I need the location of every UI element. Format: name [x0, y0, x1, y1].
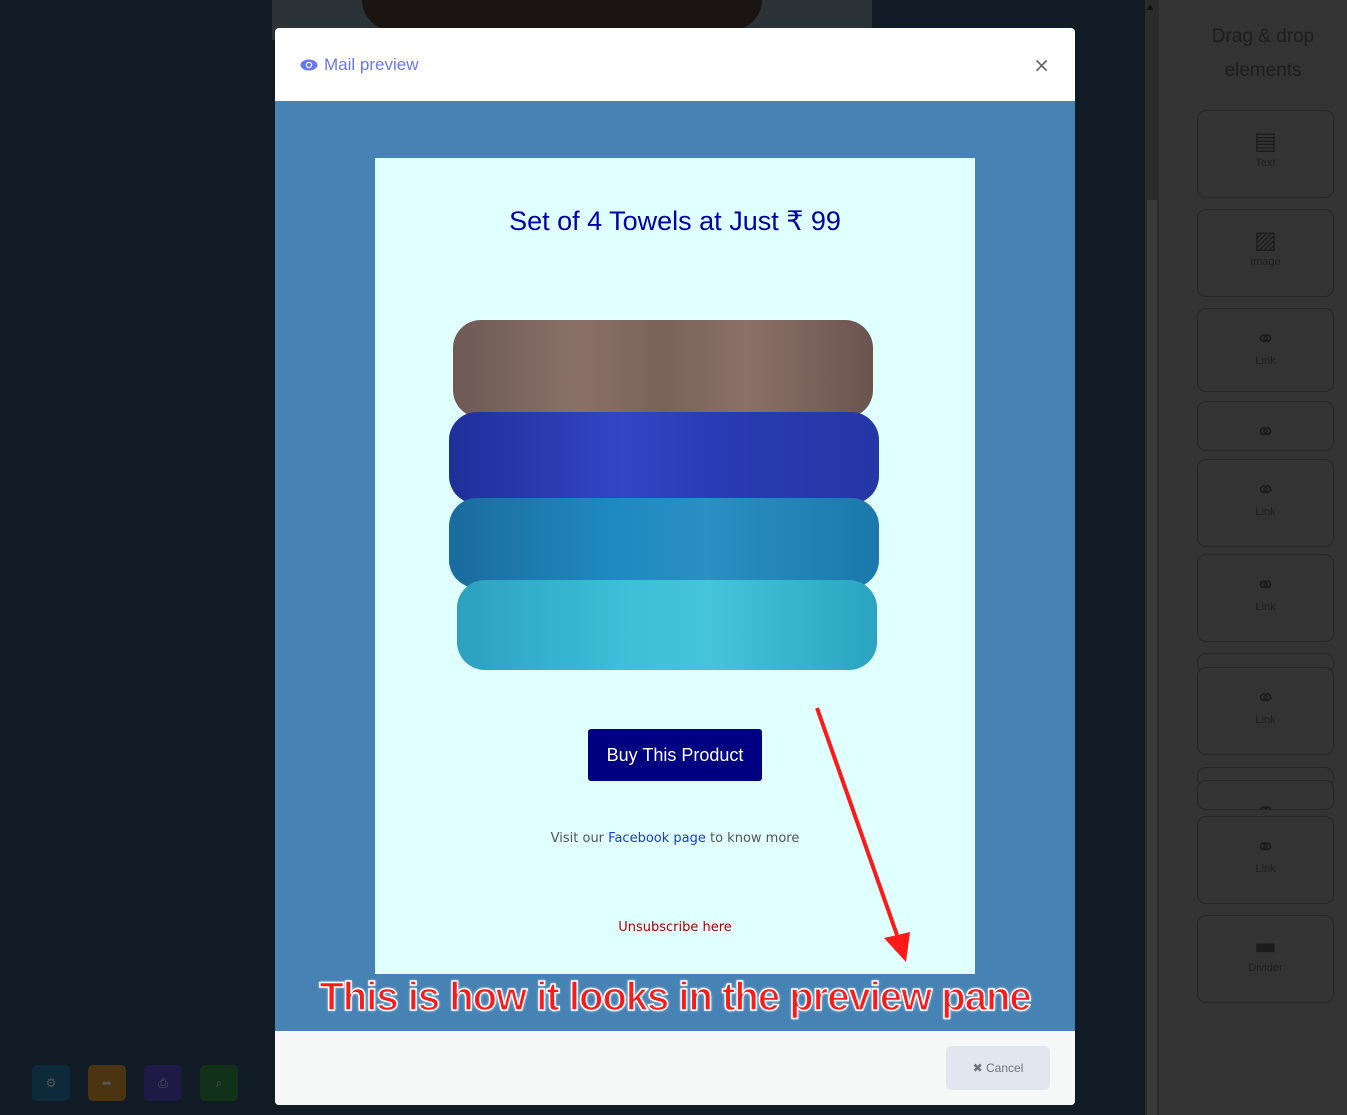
modal-title: Mail preview [300, 55, 418, 75]
cancel-button[interactable]: ✖ Cancel [946, 1046, 1050, 1090]
modal-header: Mail preview × [275, 28, 1075, 101]
element-link[interactable]: ⚭ Link [1197, 308, 1334, 392]
element-divider[interactable]: ▬ Divider [1197, 915, 1334, 1003]
eye-icon [300, 59, 318, 70]
facebook-link[interactable]: Facebook page [608, 831, 706, 846]
mail-preview-modal: Mail preview × Set of 4 Towels at Just ₹… [275, 28, 1075, 1105]
link-icon: ⚭ [1255, 476, 1276, 504]
element-image[interactable]: ▨ Image [1197, 209, 1334, 297]
email-title: Set of 4 Towels at Just ₹ 99 [509, 206, 841, 236]
element-link[interactable]: ⚭ [1197, 401, 1334, 451]
element-link[interactable]: ⚭ [1197, 780, 1334, 810]
gear-icon: ⚙ [45, 1076, 57, 1090]
print-button[interactable]: ⎙ [144, 1065, 182, 1101]
close-button[interactable]: × [1033, 53, 1050, 77]
zoom-icon: ⌕ [215, 1075, 223, 1090]
preview-pane: Set of 4 Towels at Just ₹ 99 Buy This Pr… [275, 101, 1075, 1031]
product-image [449, 320, 879, 672]
settings-button[interactable]: ⚙ [32, 1065, 70, 1101]
export-icon: ➦ [101, 1076, 113, 1090]
link-icon: ⚭ [1198, 797, 1333, 809]
export-button[interactable]: ➦ [88, 1065, 126, 1101]
divider-icon: ▬ [1254, 932, 1277, 960]
element-link[interactable]: ⚭ Link [1197, 667, 1334, 755]
modal-footer: ✖ Cancel [275, 1031, 1075, 1105]
element-link[interactable]: ⚭ Link [1197, 459, 1334, 547]
email-preview: Set of 4 Towels at Just ₹ 99 Buy This Pr… [375, 158, 975, 974]
image-icon: ▨ [1254, 226, 1277, 254]
link-icon: ⚭ [1255, 833, 1276, 861]
file-text-icon: ▤ [1254, 127, 1277, 155]
print-icon: ⎙ [158, 1075, 168, 1090]
link-icon: ⚭ [1255, 418, 1276, 446]
buy-product-button[interactable]: Buy This Product [588, 729, 762, 781]
element-link[interactable]: ⚭ Link [1197, 816, 1334, 904]
annotation-text: This is how it looks in the preview pane [319, 974, 1033, 1020]
x-icon: ✖ [972, 1061, 983, 1075]
sidebar-title: Drag & drop elements [1211, 26, 1315, 81]
link-icon: ⚭ [1255, 325, 1276, 353]
link-icon: ⚭ [1255, 684, 1276, 712]
link-icon: ⚭ [1255, 571, 1276, 599]
visit-text: Visit our Facebook page to know more [550, 831, 800, 846]
unsubscribe-link[interactable]: Unsubscribe here [375, 920, 975, 935]
preview-button[interactable]: ⌕ [200, 1065, 238, 1101]
element-link[interactable]: ⚭ Link [1197, 554, 1334, 642]
element-text[interactable]: ▤ Text [1197, 110, 1334, 198]
scrollbar[interactable]: ▲ [1145, 0, 1159, 1115]
